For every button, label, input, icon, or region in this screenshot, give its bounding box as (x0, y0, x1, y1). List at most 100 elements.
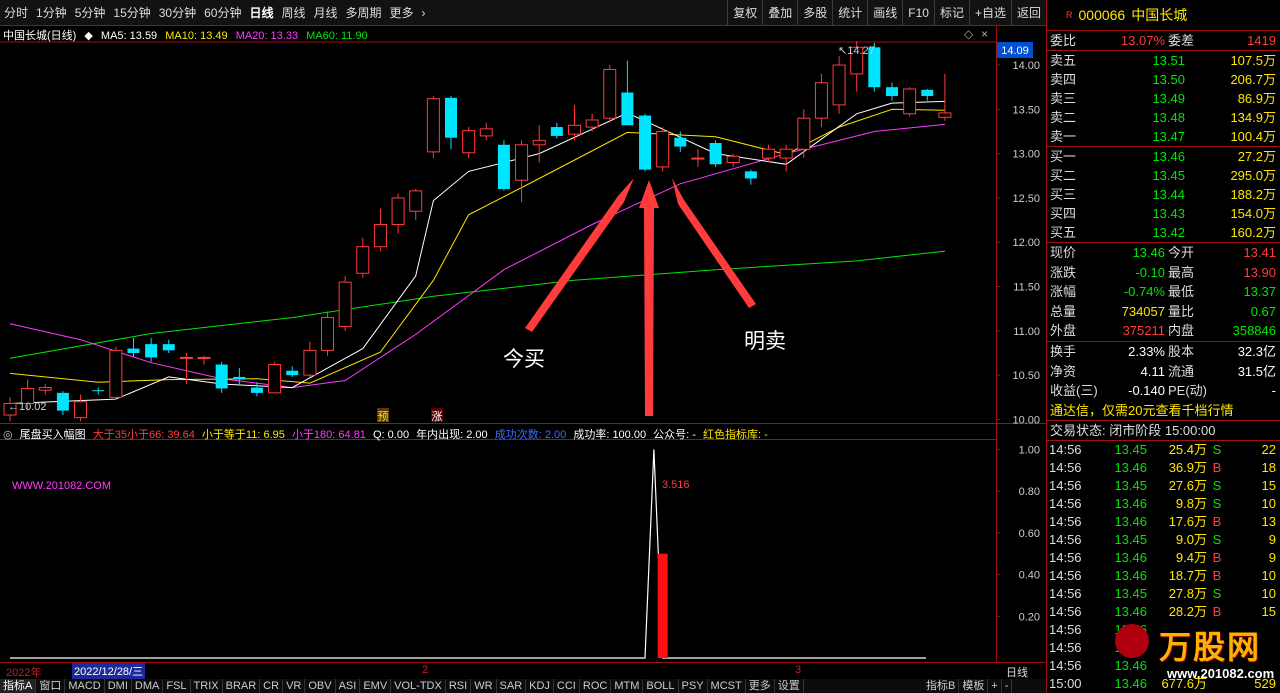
indicator-tab[interactable]: EMV (360, 679, 392, 693)
indicator-tab[interactable]: BOLL (643, 679, 679, 693)
right-tab[interactable]: 模板 (959, 679, 989, 693)
period-tab[interactable]: 周线 (277, 0, 309, 26)
indicator-tab[interactable]: 指标A (0, 679, 37, 693)
price-tick-label: 11.50 (1013, 282, 1040, 294)
period-tab[interactable]: 15分钟 (109, 0, 154, 26)
stat-value: 734057 (1121, 303, 1165, 319)
indicator-tab[interactable]: PSY (679, 679, 708, 693)
sell-annotation: 明卖 (744, 330, 786, 353)
indicator-tab[interactable]: DMA (132, 679, 164, 693)
share-value: -0.140 (1128, 383, 1165, 399)
indicator-tab[interactable]: WR (471, 679, 497, 693)
tool-button[interactable]: 复权 (727, 0, 762, 26)
candle-body (656, 130, 670, 168)
tool-button[interactable]: +自选 (968, 0, 1011, 26)
right-tab[interactable]: - (1002, 679, 1013, 693)
share-stats: 换手 2.33% 股本 32.3亿 净资 4.11 流通 31.5亿 收益(三) -0.140 PE… (1047, 342, 1280, 401)
order-row: 卖三 13.49 86.9万 (1047, 89, 1280, 108)
indicator-tab[interactable]: MCST (708, 679, 746, 693)
right-tab[interactable]: + (988, 679, 1002, 693)
indicator-tab[interactable]: CR (260, 679, 284, 693)
stock-period-title[interactable]: 中国长城(日线) (3, 30, 76, 42)
indicator-tab[interactable]: FSL (163, 679, 191, 693)
order-price: 13.47 (1152, 129, 1185, 144)
candle-body (162, 344, 175, 351)
stat-row: 涨幅 -0.74% 最低 13.37 (1047, 282, 1280, 302)
indicator-tab[interactable]: BRAR (223, 679, 261, 693)
period-tab[interactable]: 5分钟 (71, 0, 110, 26)
indicator-tab[interactable]: VR (283, 679, 306, 693)
chart-area[interactable]: 14.00 13.50 13.00 12.50 12.00 11.50 11.00 10.50… (0, 26, 1046, 662)
indicator-tab[interactable]: RSI (446, 679, 472, 693)
indicator-tab[interactable]: MACD (65, 679, 105, 693)
indicator-tab[interactable]: 设置 (775, 679, 804, 693)
period-tab[interactable]: 月线 (310, 0, 342, 26)
order-volume: 100.4万 (1230, 129, 1276, 144)
tool-button[interactable]: 统计 (832, 0, 867, 26)
indicator-settings-icon[interactable]: ◎ (3, 429, 13, 441)
order-row: 买三 13.44 188.2万 (1047, 185, 1280, 204)
indicator-tab[interactable]: DMI (105, 679, 132, 693)
logo-url: www.201082.com (1167, 666, 1275, 681)
indicator-tab[interactable]: 更多 (746, 679, 775, 693)
indicator-name[interactable]: 尾盘买入幅图 (20, 429, 86, 441)
order-volume: 188.2万 (1230, 187, 1276, 202)
indicator-tab[interactable]: 窗口 (36, 679, 66, 693)
tool-button[interactable]: 返回 (1010, 0, 1046, 26)
promo-banner[interactable]: 通达信，仅需20元查看千档行情 (1047, 401, 1280, 421)
tool-button[interactable]: 多股 (797, 0, 832, 26)
indicator-tab[interactable]: OBV (305, 679, 336, 693)
share-label: 股本 (1168, 343, 1195, 359)
indicator-tick-label: 0.40 (1019, 570, 1040, 582)
indicator-tab[interactable]: ASI (336, 679, 361, 693)
tick-count: 9 (1268, 549, 1276, 565)
period-tab[interactable]: 1分钟 (32, 0, 71, 26)
indicator-tab[interactable]: CCI (554, 679, 580, 693)
period-tab[interactable]: 30分钟 (155, 0, 200, 26)
period-tab[interactable]: 60分钟 (200, 0, 245, 26)
price-tick-label: 12.00 (1012, 237, 1040, 249)
indicator-tab[interactable]: ROC (580, 679, 612, 693)
weibi-value: 13.07% (1120, 33, 1165, 48)
period-tab[interactable]: 分时 (0, 0, 32, 26)
weicha-label: 委差 (1168, 33, 1195, 48)
order-volume: 154.0万 (1230, 206, 1276, 221)
period-tab[interactable]: 更多 (386, 0, 418, 26)
tick-count: 10 (1261, 585, 1276, 601)
right-tab[interactable]: 指标B (923, 679, 960, 693)
order-volume: 160.2万 (1230, 225, 1276, 240)
indicator-tab[interactable]: SAR (497, 679, 527, 693)
period-tab[interactable]: 日线 (245, 0, 277, 26)
price-tick-label: 14.00 (1012, 60, 1040, 72)
candle-body (356, 246, 370, 274)
tick-price: 13.46 (1114, 495, 1147, 511)
tick-volume: 9.0万 (1175, 531, 1207, 547)
month-3-label: 3 (795, 664, 802, 676)
pane-diamond-icon[interactable]: ◇ (964, 27, 974, 41)
candle-body (532, 139, 546, 146)
trade-state: 交易状态: 闭市阶段 15:00:00 (1047, 421, 1280, 441)
pane-close-icon[interactable]: × (981, 27, 988, 41)
indicator-tab[interactable]: KDJ (526, 679, 554, 693)
indicator-tab[interactable]: MTM (611, 679, 644, 693)
min-value: 10.02 (19, 401, 47, 413)
more-chevron-icon[interactable]: › (418, 0, 430, 26)
tool-button[interactable]: 标记 (933, 0, 969, 26)
period-tab[interactable]: 多周期 (342, 0, 386, 26)
tool-button[interactable]: 画线 (867, 0, 902, 26)
order-row: 买五 13.42 160.2万 (1047, 223, 1280, 242)
share-value: 31.5亿 (1237, 363, 1276, 379)
candle-body (426, 98, 440, 153)
legend-settings-icon[interactable]: ◆ (84, 30, 92, 42)
order-volume: 107.5万 (1230, 53, 1276, 68)
candle-body (197, 356, 211, 359)
stock-header: R 000066 中国长城 (1047, 0, 1280, 31)
tick-side: S (1212, 477, 1222, 493)
tick-time: 14:56 (1049, 495, 1082, 511)
tool-button[interactable]: 叠加 (762, 0, 797, 26)
indicator-tab[interactable]: TRIX (191, 679, 223, 693)
tool-button[interactable]: F10 (902, 0, 934, 26)
tick-price: 13.45 (1114, 531, 1147, 547)
tick-time: 14:56 (1049, 441, 1082, 457)
indicator-tab[interactable]: VOL-TDX (391, 679, 446, 693)
